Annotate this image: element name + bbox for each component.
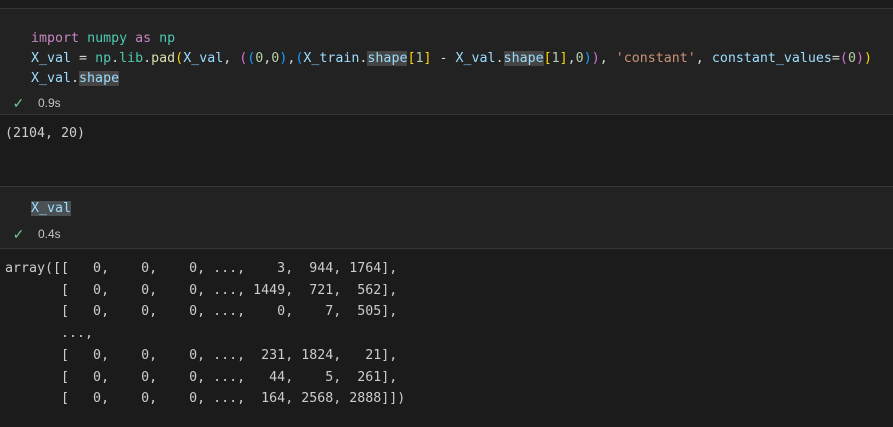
code-token: ]	[423, 51, 432, 66]
code-token: [	[543, 51, 552, 66]
execution-time: 0.4s	[38, 226, 61, 241]
code-token: ,	[695, 51, 712, 66]
code-token: .	[143, 51, 152, 66]
code-token: )	[583, 51, 592, 66]
code-token: -	[431, 51, 456, 66]
code-token: np	[159, 31, 176, 46]
code-token: .	[71, 71, 80, 86]
code-cell-2: X_val ✓ 0.4s	[0, 186, 893, 249]
code-line-1[interactable]: X_val	[31, 199, 893, 219]
code-token: 0	[847, 51, 856, 66]
code-token: X_val	[455, 51, 496, 66]
code-token: constant_values	[711, 51, 832, 66]
code-token: ,	[567, 51, 576, 66]
code-token: numpy	[87, 31, 128, 46]
code-token: 0	[575, 51, 584, 66]
notebook-view: { "colors": { "background": "#1b1b1c", "…	[0, 0, 893, 427]
cell-2-editor[interactable]: X_val	[0, 187, 893, 219]
notebook-top-gap	[0, 0, 893, 8]
code-token: 'constant'	[615, 51, 696, 66]
code-token: )	[591, 51, 600, 66]
code-token: .	[495, 51, 504, 66]
code-line-3[interactable]: X_val.shape	[31, 69, 893, 89]
code-token: shape	[367, 51, 408, 66]
code-line-2[interactable]: X_val = np.lib.pad(X_val, ((0,0),(X_trai…	[31, 49, 893, 69]
code-token: np	[95, 51, 112, 66]
success-check-icon: ✓	[12, 94, 25, 111]
code-token: X_train	[303, 51, 360, 66]
cell-2-output-array: array([[ 0, 0, 0, ..., 3, 944, 1764], [ …	[5, 261, 406, 407]
code-token: 1	[551, 51, 560, 66]
cell-2-output: array([[ 0, 0, 0, ..., 3, 944, 1764], [ …	[0, 249, 893, 427]
code-token: ]	[559, 51, 568, 66]
code-token: X_val	[183, 51, 224, 66]
cell-1-editor[interactable]: import numpy as np X_val = np.lib.pad(X_…	[0, 9, 893, 91]
cell-1-output-text: (2104, 20)	[5, 126, 86, 141]
code-token: import	[31, 31, 80, 46]
success-check-icon: ✓	[12, 225, 25, 242]
code-token: (	[839, 51, 848, 66]
code-line-1[interactable]: import numpy as np	[31, 29, 893, 49]
code-token: X_val	[31, 201, 72, 216]
code-token: (	[175, 51, 184, 66]
cell-1-output: (2104, 20)	[0, 115, 893, 186]
code-token: )	[855, 51, 864, 66]
code-token: X_val	[31, 51, 72, 66]
code-token: ,	[223, 51, 240, 66]
code-token: lib	[119, 51, 144, 66]
code-cell-1: import numpy as np X_val = np.lib.pad(X_…	[0, 8, 893, 115]
cell-2-status-bar: ✓ 0.4s	[0, 219, 893, 248]
execution-time: 0.9s	[38, 95, 61, 110]
code-token: as	[135, 31, 152, 46]
code-token: )	[863, 51, 872, 66]
code-token: =	[831, 51, 840, 66]
code-token: shape	[79, 71, 120, 86]
cell-1-status-bar: ✓ 0.9s	[0, 91, 893, 114]
code-token: pad	[151, 51, 176, 66]
code-token: ,	[599, 51, 616, 66]
code-token: =	[71, 51, 96, 66]
code-token: shape	[503, 51, 544, 66]
code-token: X_val	[31, 71, 72, 86]
code-token: .	[111, 51, 120, 66]
